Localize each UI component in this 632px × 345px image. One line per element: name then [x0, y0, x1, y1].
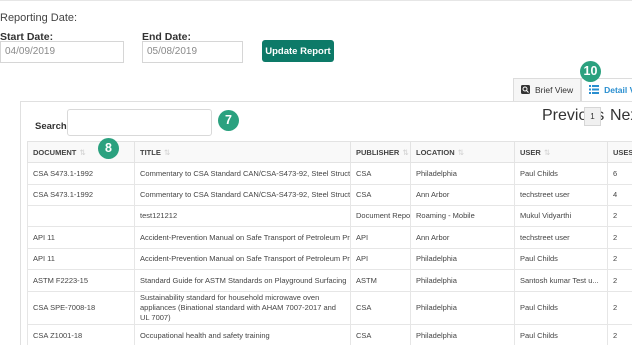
table-row[interactable]: CSA S473.1-1992 Commentary to CSA Standa… [27, 184, 632, 206]
cell-uses: 2 [607, 248, 632, 270]
brief-view-tab[interactable]: Brief View [513, 78, 582, 102]
cell-user: Paul Childs [514, 324, 608, 345]
table-row[interactable]: ASTM F2223-15 Standard Guide for ASTM St… [27, 269, 632, 292]
search-icon [521, 84, 530, 96]
cell-location: Ann Arbor [410, 184, 515, 206]
table-row[interactable]: CSA SPE-7008-18 Sustainability standard … [27, 291, 632, 325]
sort-icon: ⇅ [79, 147, 86, 157]
search-input[interactable] [67, 109, 212, 136]
top-divider [0, 0, 632, 1]
column-header-uses[interactable]: USES↓F [607, 141, 632, 163]
cell-uses: 2 [607, 205, 632, 227]
column-header-user[interactable]: USER ⇅ [514, 141, 608, 163]
table-row[interactable]: API 11 Accident-Prevention Manual on Saf… [27, 248, 632, 270]
cell-uses: 4 [607, 184, 632, 206]
search-label: Search: [35, 121, 70, 132]
cell-user: techstreet user [514, 226, 608, 249]
pagination-page-1[interactable]: 1 [584, 106, 601, 126]
step-marker-10: 10 [580, 61, 601, 82]
table-row[interactable]: CSA Z1001-18 Occupational health and saf… [27, 324, 632, 345]
cell-title: Commentary to CSA Standard CAN/CSA-S473-… [134, 184, 351, 206]
cell-publisher: CSA [350, 162, 411, 185]
cell-location: Philadelphia [410, 324, 515, 345]
cell-location: Ann Arbor [410, 226, 515, 249]
cell-publisher: CSA [350, 184, 411, 206]
cell-user: Paul Childs [514, 291, 608, 325]
column-header-location[interactable]: LOCATION ⇅ [410, 141, 515, 163]
detail-view-label: Detail View [604, 85, 632, 95]
cell-location: Philadelphia [410, 291, 515, 325]
cell-title: Occupational health and safety training [134, 324, 351, 345]
list-icon [589, 84, 600, 96]
sort-icon: ⇅ [402, 147, 409, 157]
cell-title: Accident-Prevention Manual on Safe Trans… [134, 226, 351, 249]
column-header-publisher[interactable]: PUBLISHER ⇅ [350, 141, 411, 163]
cell-document: CSA S473.1-1992 [27, 162, 135, 185]
cell-location: Philadelphia [410, 248, 515, 270]
cell-document: CSA SPE-7008-18 [27, 291, 135, 325]
brief-view-label: Brief View [535, 85, 574, 95]
cell-publisher: CSA [350, 291, 411, 325]
cell-document: CSA Z1001-18 [27, 324, 135, 345]
column-header-title[interactable]: TITLE ⇅ [134, 141, 351, 163]
cell-user: Paul Childs [514, 248, 608, 270]
cell-uses: 6 [607, 162, 632, 185]
cell-uses: 2 [607, 269, 632, 292]
cell-location: Philadelphia [410, 269, 515, 292]
view-tabs: Brief View Detail View [513, 78, 632, 102]
cell-user: techstreet user [514, 184, 608, 206]
cell-document: API 11 [27, 248, 135, 270]
cell-document: CSA S473.1-1992 [27, 184, 135, 206]
cell-user: Paul Childs [514, 162, 608, 185]
start-date-input[interactable]: 04/09/2019 [0, 41, 124, 63]
cell-document [27, 205, 135, 227]
cell-publisher: CSA [350, 324, 411, 345]
sort-icon: ⇅ [163, 147, 171, 157]
cell-location: Roaming - Mobile [410, 205, 515, 227]
documents-table: DOCUMENT ⇅ TITLE ⇅ PUBLISHER ⇅ LOCATION ⇅ US… [27, 141, 632, 345]
cell-publisher: Document Repo... [350, 205, 411, 227]
sort-icon: ⇅ [457, 147, 464, 157]
cell-publisher: ASTM [350, 269, 411, 292]
cell-document: ASTM F2223-15 [27, 269, 135, 292]
cell-title: Commentary to CSA Standard CAN/CSA-S473-… [134, 162, 351, 185]
cell-title: test121212 [134, 205, 351, 227]
cell-title: Standard Guide for ASTM Standards on Pla… [134, 269, 351, 292]
cell-location: Philadelphia [410, 162, 515, 185]
cell-user: Mukul Vidyarthi [514, 205, 608, 227]
cell-document: API 11 [27, 226, 135, 249]
cell-publisher: API [350, 226, 411, 249]
step-marker-8: 8 [98, 138, 119, 159]
reporting-date-label: Reporting Date: [0, 12, 78, 24]
cell-title: Accident-Prevention Manual on Safe Trans… [134, 248, 351, 270]
pagination-next[interactable]: Next [610, 106, 632, 126]
cell-uses: 2 [607, 291, 632, 325]
sort-icon: ⇅ [543, 147, 551, 157]
cell-uses: 2 [607, 324, 632, 345]
cell-publisher: API [350, 248, 411, 270]
cell-uses: 2 [607, 226, 632, 249]
table-row[interactable]: CSA S473.1-1992 Commentary to CSA Standa… [27, 162, 632, 185]
update-report-button[interactable]: Update Report [262, 40, 334, 62]
table-row[interactable]: test121212 Document Repo... Roaming - Mo… [27, 205, 632, 227]
step-marker-7: 7 [218, 110, 239, 131]
cell-title: Sustainability standard for household mi… [134, 291, 351, 325]
table-row[interactable]: API 11 Accident-Prevention Manual on Saf… [27, 226, 632, 249]
cell-user: Santosh kumar Test u... [514, 269, 608, 292]
end-date-input[interactable]: 05/08/2019 [142, 41, 243, 63]
